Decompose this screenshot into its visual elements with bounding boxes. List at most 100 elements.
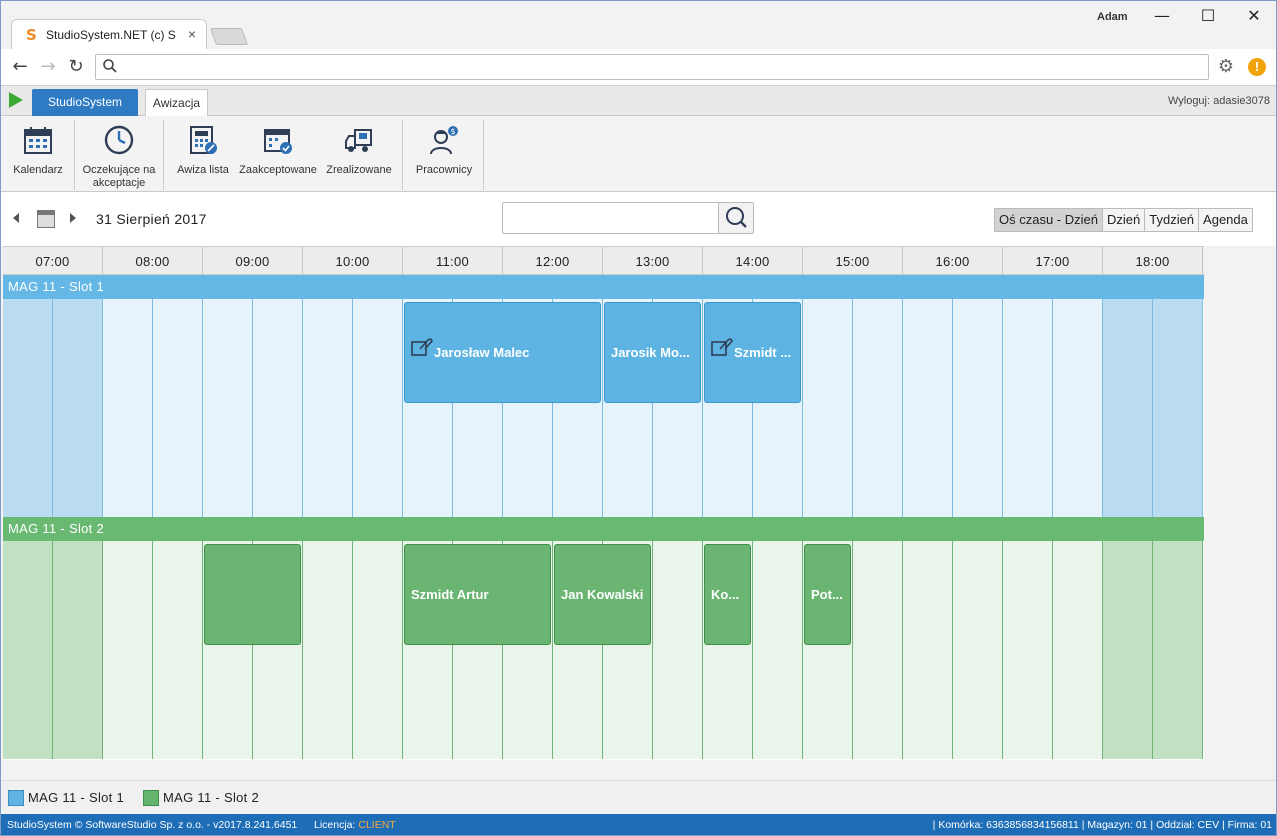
- profile-user-name[interactable]: Adam: [1097, 11, 1128, 23]
- hour-label: 17:00: [1003, 247, 1103, 275]
- browser-window: S StudioSystem.NET (c) Sof × Adam — ☐ ✕ …: [0, 0, 1277, 836]
- time-slot-cell[interactable]: [953, 541, 1003, 759]
- time-slot-cell[interactable]: [303, 541, 353, 759]
- hour-label: 15:00: [803, 247, 903, 275]
- current-date: 31 Sierpień 2017: [96, 211, 207, 227]
- ribbon-label: Zaakceptowane: [239, 164, 317, 176]
- time-slot-cell[interactable]: [303, 299, 353, 517]
- search-input[interactable]: [502, 202, 719, 234]
- hour-header: 07:00 08:00 09:00 10:00 11:00 12:00 13:00 14:00…: [3, 246, 1204, 275]
- calendar-check-icon: [264, 129, 292, 154]
- search-button[interactable]: [718, 202, 754, 234]
- close-window-button[interactable]: ✕: [1231, 5, 1276, 29]
- time-slot-cell[interactable]: [753, 541, 803, 759]
- extension-gear-icon[interactable]: ⚙: [1216, 57, 1236, 77]
- ribbon-awiza-lista-button[interactable]: Awiza lista: [171, 116, 235, 192]
- appointment-event[interactable]: Szmidt ...: [704, 302, 801, 403]
- appointment-event[interactable]: Jan Kowalski: [554, 544, 651, 645]
- forward-arrow-icon[interactable]: →: [37, 56, 59, 78]
- time-slot-cell[interactable]: [1153, 541, 1203, 759]
- appointment-title: Szmidt ...: [734, 345, 792, 360]
- time-slot-cell[interactable]: [803, 299, 853, 517]
- date-picker-icon[interactable]: [37, 210, 55, 228]
- ribbon-divider: [163, 120, 164, 190]
- time-slot-cell[interactable]: [1103, 541, 1153, 759]
- time-slot-cell[interactable]: [953, 299, 1003, 517]
- browser-tab[interactable]: S StudioSystem.NET (c) Sof ×: [11, 19, 207, 49]
- time-slot-cell[interactable]: [853, 299, 903, 517]
- browser-tab-title: StudioSystem.NET (c) Sof: [46, 28, 176, 42]
- ribbon-divider: [483, 120, 484, 190]
- ribbon-divider: [74, 120, 75, 190]
- time-slot-cell[interactable]: [1153, 299, 1203, 517]
- time-slot-cell[interactable]: [653, 541, 703, 759]
- time-slot-cell[interactable]: [153, 299, 203, 517]
- view-day-button[interactable]: Dzień: [1101, 208, 1146, 232]
- time-slot-cell[interactable]: [53, 299, 103, 517]
- time-slot-cell[interactable]: [1053, 541, 1103, 759]
- time-slot-cell[interactable]: [103, 299, 153, 517]
- maximize-button[interactable]: ☐: [1185, 5, 1231, 29]
- time-slot-cell[interactable]: [353, 299, 403, 517]
- resource-row-body[interactable]: Szmidt Artur Jan Kowalski Ko... Pot...: [3, 541, 1204, 759]
- ribbon-divider: [402, 120, 403, 190]
- ribbon-label: Oczekujące na akceptacje: [82, 164, 156, 189]
- attachment-icon: [711, 338, 733, 356]
- appointment-title: Jarosik Mo...: [611, 345, 690, 360]
- time-slot-cell[interactable]: [3, 299, 53, 517]
- appointment-event[interactable]: Pot...: [804, 544, 851, 645]
- time-slot-cell[interactable]: [3, 541, 53, 759]
- appointment-event[interactable]: Ko...: [704, 544, 751, 645]
- new-tab-button[interactable]: [209, 28, 249, 45]
- search-icon: [726, 207, 747, 228]
- ribbon-oczekujace-button[interactable]: Oczekujące na akceptacje: [79, 116, 159, 192]
- tab-close-icon[interactable]: ×: [188, 26, 196, 42]
- ribbon-zaakceptowane-button[interactable]: Zaakceptowane: [239, 116, 317, 192]
- time-slot-cell[interactable]: [853, 541, 903, 759]
- hour-label: 16:00: [903, 247, 1003, 275]
- view-agenda-button[interactable]: Agenda: [1198, 208, 1253, 232]
- minimize-button[interactable]: —: [1139, 5, 1185, 29]
- time-slot-cell[interactable]: [1003, 541, 1053, 759]
- ribbon-pracownicy-button[interactable]: $ Pracownicy: [407, 116, 481, 192]
- time-slot-cell[interactable]: [253, 299, 303, 517]
- studiosystem-favicon-icon: S: [26, 26, 37, 44]
- ribbon-label: Pracownicy: [415, 164, 473, 176]
- legend-item: MAG 11 - Slot 1: [8, 790, 124, 806]
- resource-row-body[interactable]: Jarosław Malec Jarosik Mo... Szmidt ...: [3, 299, 1204, 517]
- ribbon-kalendarz-button[interactable]: Kalendarz: [5, 116, 71, 192]
- view-timeline-day-button[interactable]: Oś czasu - Dzień: [994, 208, 1103, 232]
- alert-icon[interactable]: !: [1248, 58, 1266, 76]
- ribbon-zrealizowane-button[interactable]: Zrealizowane: [323, 116, 395, 192]
- time-slot-cell[interactable]: [53, 541, 103, 759]
- url-input[interactable]: [95, 54, 1209, 80]
- time-slot-cell[interactable]: [1053, 299, 1103, 517]
- time-slot-cell[interactable]: [203, 299, 253, 517]
- legend-swatch: [143, 790, 159, 806]
- next-day-icon[interactable]: [70, 213, 76, 223]
- time-slot-cell[interactable]: [1003, 299, 1053, 517]
- hour-label: 11:00: [403, 247, 503, 275]
- tab-studiosystem[interactable]: StudioSystem: [32, 89, 138, 116]
- time-slot-cell[interactable]: [903, 299, 953, 517]
- time-slot-cell[interactable]: [1103, 299, 1153, 517]
- logout-link[interactable]: Wyloguj: adasie3078: [1168, 95, 1270, 107]
- time-slot-cell[interactable]: [103, 541, 153, 759]
- license-info: Licencja: CLIENT: [314, 814, 396, 835]
- legend-swatch: [8, 790, 24, 806]
- time-slot-cell[interactable]: [353, 541, 403, 759]
- tab-awizacja[interactable]: Awizacja: [145, 89, 208, 117]
- back-arrow-icon[interactable]: ←: [9, 56, 31, 78]
- reload-icon[interactable]: ↻: [65, 56, 87, 78]
- time-slot-cell[interactable]: [153, 541, 203, 759]
- previous-day-icon[interactable]: [13, 213, 19, 223]
- appointment-event[interactable]: [204, 544, 301, 645]
- appointment-event[interactable]: Jarosław Malec: [404, 302, 601, 403]
- appointment-event[interactable]: Jarosik Mo...: [604, 302, 701, 403]
- appointment-event[interactable]: Szmidt Artur: [404, 544, 551, 645]
- hour-label: 10:00: [303, 247, 403, 275]
- play-icon[interactable]: [9, 92, 23, 108]
- clock-icon: [104, 125, 134, 155]
- time-slot-cell[interactable]: [903, 541, 953, 759]
- view-week-button[interactable]: Tydzień: [1144, 208, 1200, 232]
